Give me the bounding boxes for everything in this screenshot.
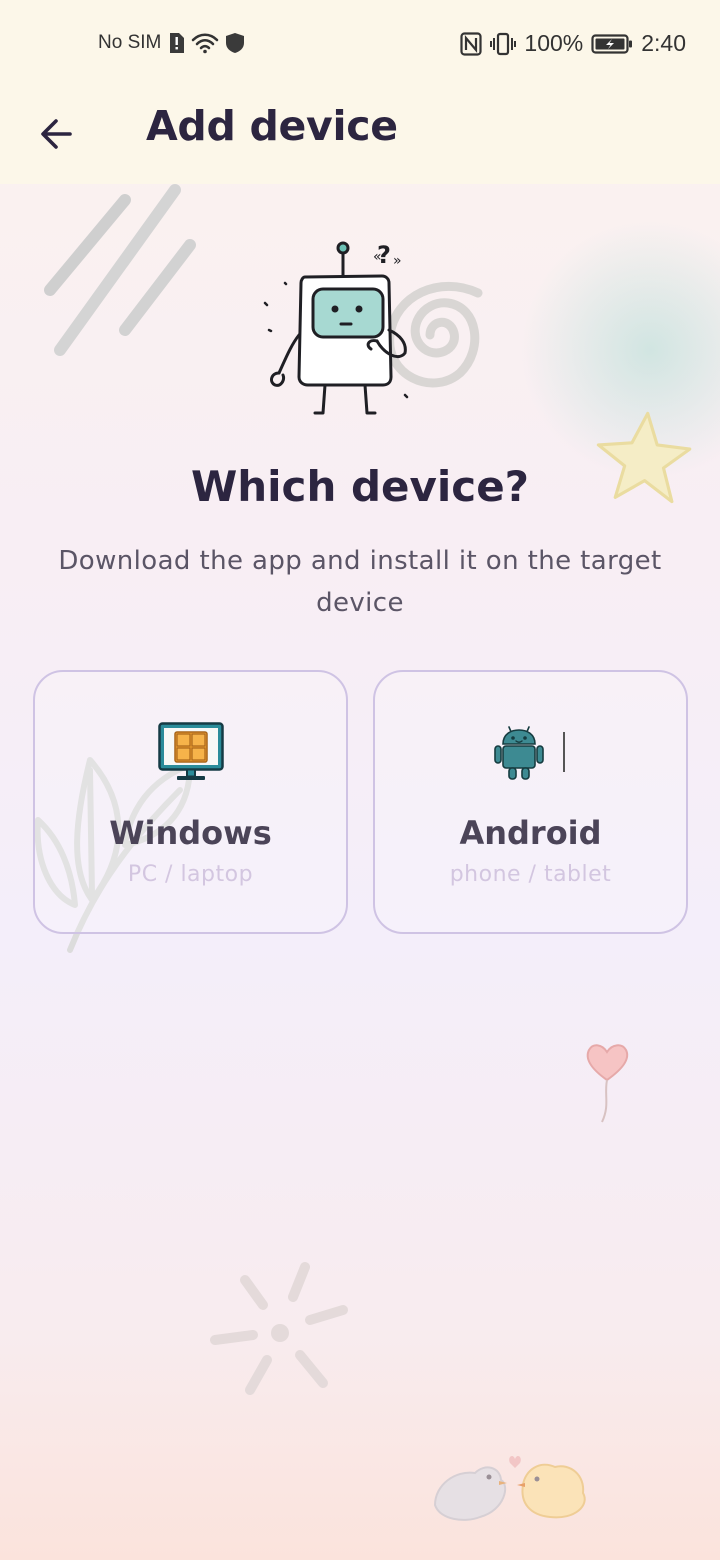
decorative-heart-balloon bbox=[586, 1044, 629, 1123]
svg-text:»: » bbox=[393, 253, 402, 269]
android-device-card[interactable]: Android phone / tablet bbox=[373, 670, 688, 934]
app-bar: Add device bbox=[0, 88, 720, 184]
background-glow bbox=[520, 220, 720, 480]
arrow-left-icon bbox=[41, 119, 72, 149]
windows-device-card[interactable]: Windows PC / laptop bbox=[33, 670, 348, 934]
page-subtitle: Download the app and install it on the t… bbox=[58, 546, 662, 618]
windows-monitor-icon bbox=[157, 722, 224, 780]
battery-charging-icon bbox=[591, 33, 633, 54]
windows-card-subtitle: PC / laptop bbox=[127, 862, 254, 887]
decorative-strokes bbox=[44, 184, 196, 356]
android-robot-icon bbox=[493, 726, 565, 780]
decorative-sunburst bbox=[210, 1262, 348, 1395]
confused-robot-illustration: ? « » bbox=[263, 241, 409, 415]
svg-text:«: « bbox=[373, 249, 382, 265]
vibrate-icon bbox=[490, 32, 517, 55]
carrier-label: No SIM bbox=[98, 32, 162, 53]
wifi-icon bbox=[192, 33, 219, 54]
battery-percent: 100% bbox=[524, 30, 584, 56]
status-bar-right: 100% 2:40 bbox=[460, 30, 686, 57]
screen: No SIM 100% 2:40 Add device ? « » Which … bbox=[0, 0, 720, 1560]
back-button[interactable] bbox=[28, 106, 84, 162]
sim-alert-icon bbox=[170, 33, 185, 53]
nfc-icon bbox=[460, 31, 483, 56]
android-card-title: Android bbox=[459, 814, 602, 852]
page-heading: Which device? bbox=[190, 462, 530, 511]
windows-card-title: Windows bbox=[109, 814, 272, 852]
status-bar-left: No SIM bbox=[98, 32, 245, 54]
android-card-subtitle: phone / tablet bbox=[449, 862, 612, 887]
clock: 2:40 bbox=[641, 30, 686, 56]
decorative-birds bbox=[433, 1456, 586, 1521]
shield-icon bbox=[226, 33, 245, 53]
status-bar: No SIM 100% 2:40 bbox=[0, 0, 720, 88]
page-title: Add device bbox=[146, 102, 398, 150]
